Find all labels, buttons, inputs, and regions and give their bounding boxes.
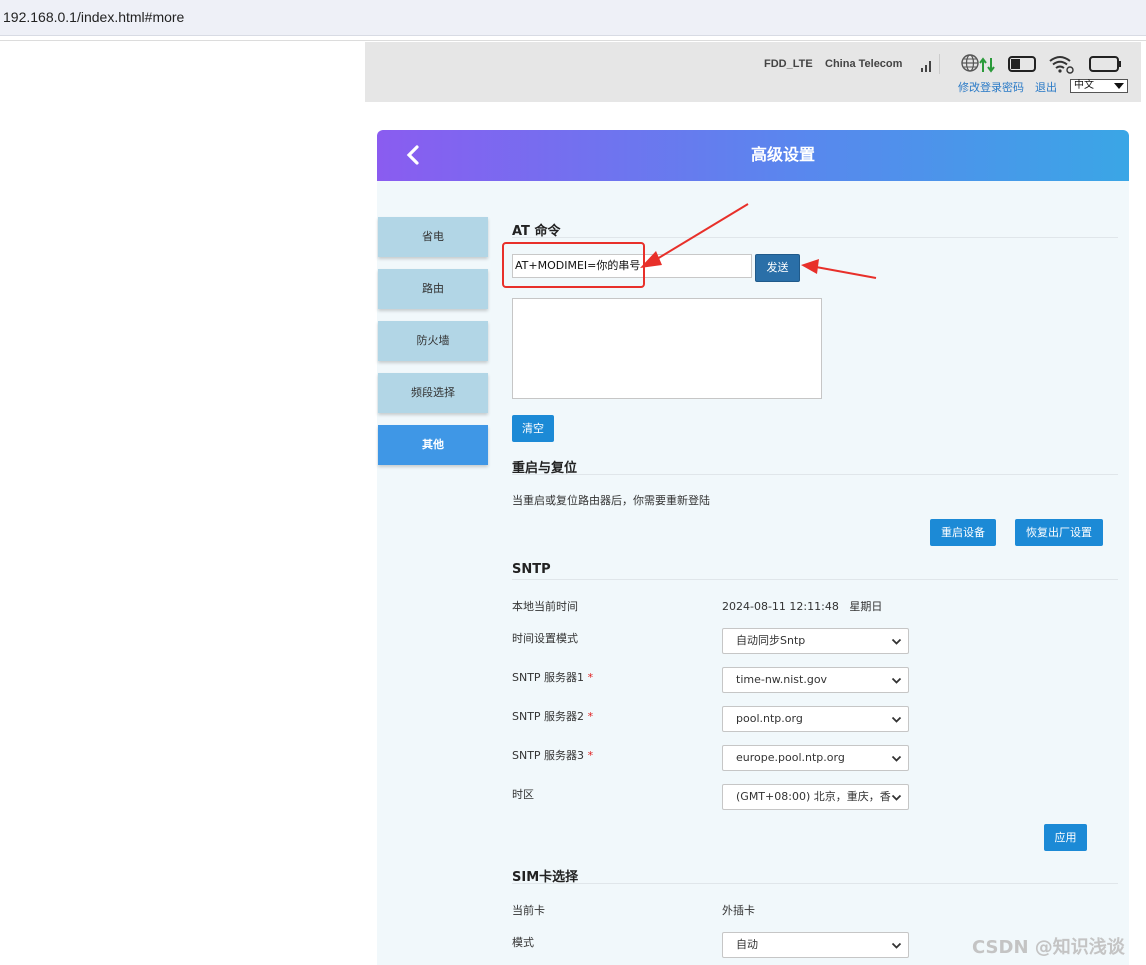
annotation-arrows	[640, 203, 877, 279]
watermark: CSDN @知识浅谈	[972, 937, 1125, 958]
annotation-arrow	[640, 203, 749, 268]
annotation-arrow	[801, 259, 877, 279]
